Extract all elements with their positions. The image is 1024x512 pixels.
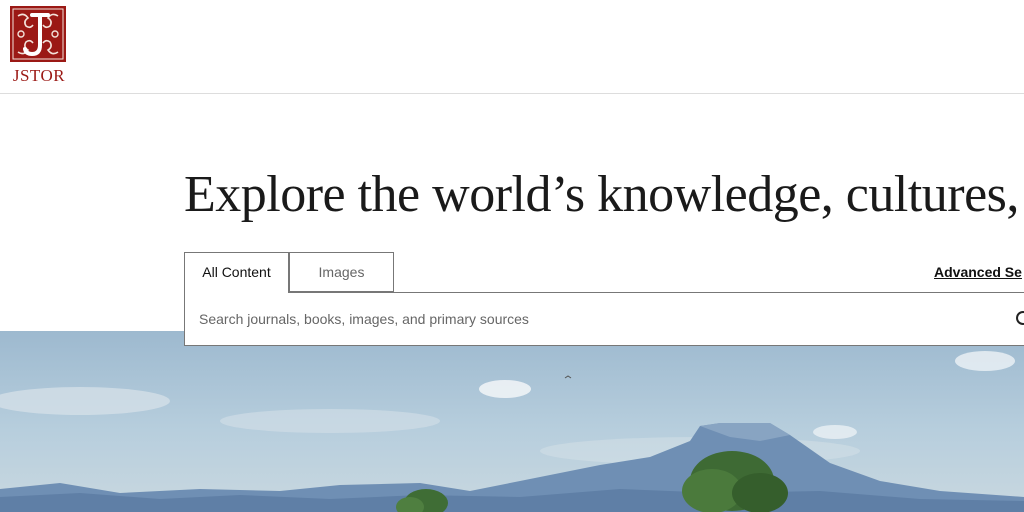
hero-landscape-painting [0, 331, 1024, 512]
jstor-logo-mark-icon [10, 6, 66, 62]
search-icon[interactable] [1015, 310, 1024, 330]
logo-text: JSTOR [12, 66, 66, 85]
jstor-logo[interactable]: JSTOR [8, 6, 68, 90]
site-header: JSTOR [0, 0, 1024, 94]
jstor-home-page: JSTOR Explore the world’s knowledge, cul… [0, 0, 1024, 512]
page-title: Explore the world’s knowledge, cultures, [184, 166, 1019, 223]
advanced-search-link[interactable]: Advanced Se [934, 264, 1022, 280]
tab-all-content[interactable]: All Content [184, 252, 289, 293]
search-input[interactable] [199, 293, 979, 345]
search-bar [184, 292, 1024, 346]
tab-images[interactable]: Images [289, 252, 394, 292]
